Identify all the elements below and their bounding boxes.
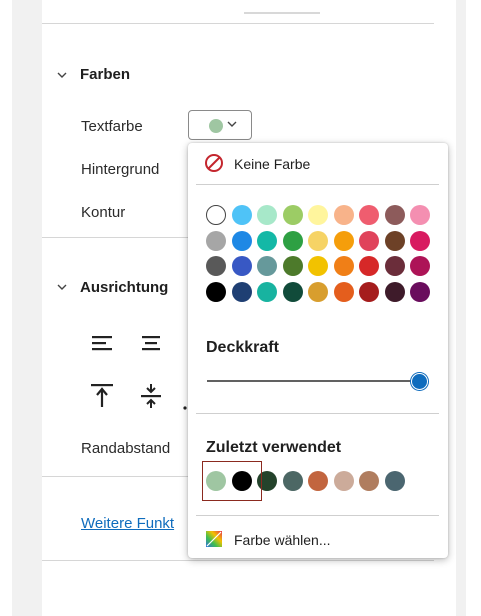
- color-swatch[interactable]: [231, 256, 252, 276]
- color-swatch[interactable]: [282, 205, 303, 225]
- color-swatch[interactable]: [384, 281, 405, 302]
- divider: [42, 560, 434, 561]
- right-scrollbar[interactable]: [456, 0, 466, 616]
- color-picker-popup: Keine Farbe Deckkraft Zuletzt verwendet: [188, 143, 448, 558]
- color-swatch[interactable]: [410, 230, 430, 251]
- color-swatch[interactable]: [333, 230, 354, 251]
- choose-color-label: Farbe wählen...: [234, 532, 331, 548]
- color-swatch[interactable]: [308, 281, 328, 302]
- divider: [42, 476, 188, 477]
- color-swatch[interactable]: [206, 205, 226, 225]
- color-swatch[interactable]: [333, 256, 354, 276]
- color-swatch[interactable]: [206, 230, 226, 251]
- top-divider: [244, 12, 320, 14]
- no-color-icon: [205, 154, 223, 172]
- color-swatch[interactable]: [410, 281, 430, 302]
- color-swatch[interactable]: [282, 281, 303, 302]
- color-swatch[interactable]: [410, 205, 430, 225]
- opacity-slider-thumb[interactable]: [411, 373, 428, 390]
- color-swatch[interactable]: [231, 205, 252, 225]
- color-swatch[interactable]: [384, 205, 405, 225]
- section-title-farben[interactable]: Farben: [80, 66, 130, 83]
- color-swatch[interactable]: [384, 230, 405, 251]
- color-swatch[interactable]: [257, 281, 277, 302]
- label-randabstand: Randabstand: [81, 440, 171, 457]
- section-title-ausrichtung[interactable]: Ausrichtung: [80, 279, 168, 296]
- color-swatch[interactable]: [206, 256, 226, 276]
- recent-colors-heading: Zuletzt verwendet: [206, 439, 342, 456]
- opacity-heading: Deckkraft: [206, 339, 279, 356]
- recent-color-swatch[interactable]: [359, 471, 379, 491]
- more-functions-link[interactable]: Weitere Funkt: [81, 515, 174, 532]
- color-swatch[interactable]: [359, 256, 379, 276]
- recent-color-swatch[interactable]: [384, 471, 405, 491]
- app-page: Farben Textfarbe Hintergrund Kontur Ausr…: [0, 0, 481, 616]
- color-swatch[interactable]: [308, 256, 328, 276]
- left-scroll-gutter: [12, 0, 42, 616]
- opacity-slider-track[interactable]: [207, 380, 419, 382]
- recent-selection-outline: [202, 461, 262, 501]
- color-swatch[interactable]: [333, 205, 354, 225]
- align-left-icon[interactable]: [89, 330, 115, 356]
- divider: [196, 515, 439, 516]
- color-swatch[interactable]: [308, 205, 328, 225]
- divider: [42, 23, 434, 24]
- no-color-label: Keine Farbe: [234, 156, 311, 172]
- color-swatch[interactable]: [333, 281, 354, 302]
- align-middle-icon[interactable]: [138, 383, 164, 409]
- color-swatch[interactable]: [257, 205, 277, 225]
- label-hintergrund: Hintergrund: [81, 161, 160, 178]
- color-swatch[interactable]: [359, 205, 379, 225]
- label-kontur: Kontur: [81, 204, 126, 221]
- color-swatch[interactable]: [282, 230, 303, 251]
- color-swatch[interactable]: [257, 256, 277, 276]
- divider: [42, 237, 188, 238]
- recent-color-swatch[interactable]: [282, 471, 303, 491]
- align-top-icon[interactable]: [89, 383, 115, 409]
- current-color-swatch: [209, 119, 223, 133]
- color-swatch[interactable]: [231, 281, 252, 302]
- divider: [196, 184, 439, 185]
- text-color-picker-button[interactable]: [188, 110, 252, 140]
- color-swatch[interactable]: [359, 230, 379, 251]
- color-swatch[interactable]: [384, 256, 405, 276]
- color-swatch[interactable]: [231, 230, 252, 251]
- chevron-down-icon[interactable]: [55, 280, 69, 294]
- label-textfarbe: Textfarbe: [81, 118, 143, 135]
- color-swatch[interactable]: [282, 256, 303, 276]
- recent-color-swatch[interactable]: [308, 471, 328, 491]
- divider: [196, 413, 439, 414]
- no-color-option[interactable]: Keine Farbe: [196, 147, 440, 179]
- color-swatch[interactable]: [410, 256, 430, 276]
- align-center-icon[interactable]: [138, 330, 164, 356]
- color-swatch[interactable]: [257, 230, 277, 251]
- chevron-down-icon[interactable]: [55, 68, 69, 82]
- recent-color-swatch[interactable]: [333, 471, 354, 491]
- color-gradient-icon: [206, 531, 222, 547]
- choose-color-option[interactable]: Farbe wählen...: [196, 523, 440, 555]
- chevron-down-icon: [227, 121, 237, 127]
- color-swatch[interactable]: [206, 281, 226, 302]
- color-swatch[interactable]: [359, 281, 379, 302]
- color-swatch[interactable]: [308, 230, 328, 251]
